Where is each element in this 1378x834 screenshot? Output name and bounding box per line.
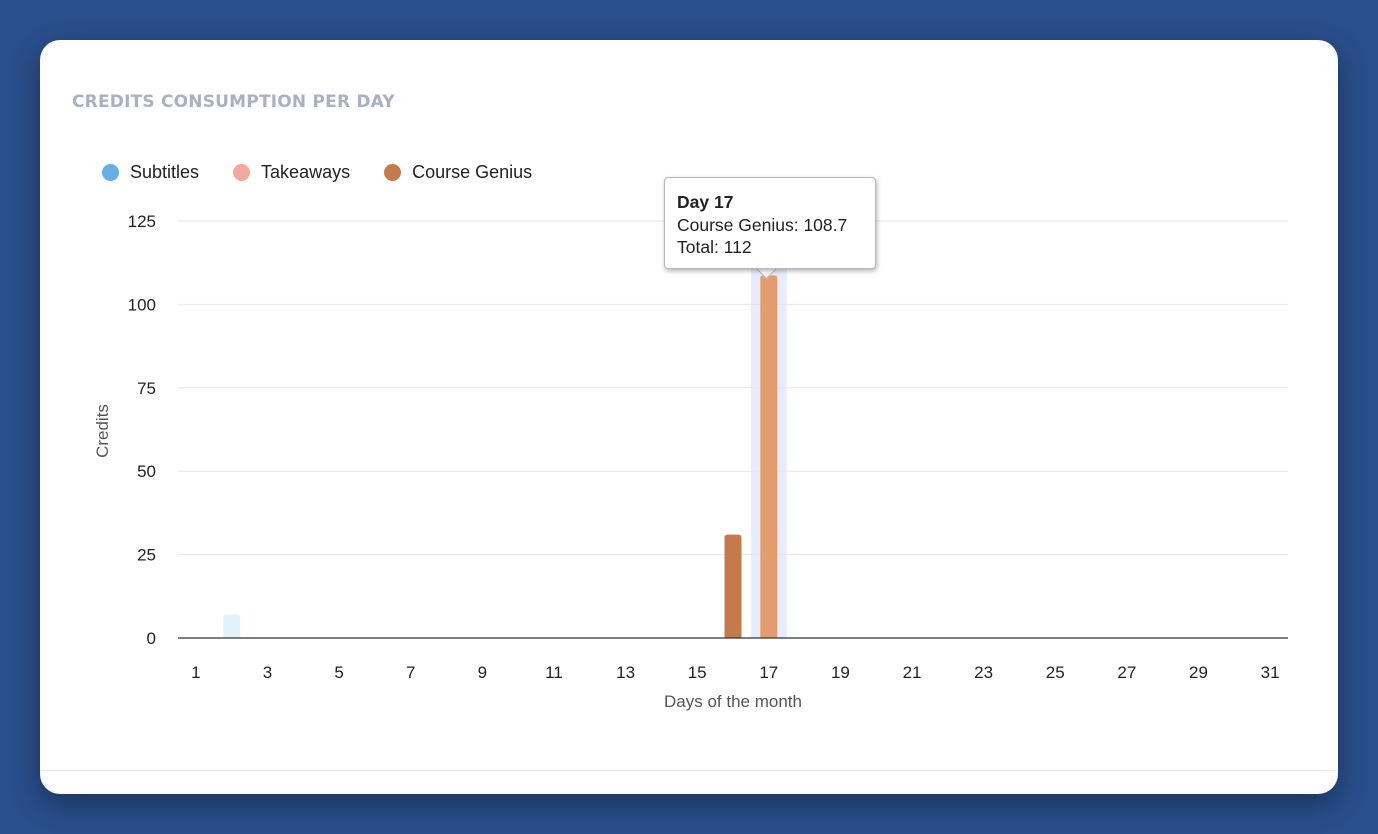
x-tick-label: 23	[974, 663, 993, 682]
x-tick-label: 1	[191, 663, 200, 682]
y-tick-label: 50	[137, 462, 156, 481]
x-tick-label: 21	[903, 663, 922, 682]
y-tick-label: 125	[128, 212, 156, 231]
x-tick-label: 9	[478, 663, 487, 682]
x-tick-label: 3	[263, 663, 272, 682]
x-tick-label: 7	[406, 663, 415, 682]
y-tick-label: 0	[147, 629, 156, 648]
y-axis-title: Credits	[93, 404, 112, 458]
x-tick-label: 25	[1046, 663, 1065, 682]
bar-course-genius-day-17[interactable]	[760, 275, 778, 638]
y-tick-label: 25	[137, 546, 156, 565]
tooltip-total: Total: 112	[677, 237, 752, 257]
chart-tooltip: Day 17 Course Genius: 108.7 Total: 112	[664, 177, 876, 269]
x-tick-label: 17	[759, 663, 778, 682]
tooltip-series-value: Course Genius: 108.7	[677, 214, 848, 235]
bar-subtitles-day-2[interactable]	[223, 614, 241, 638]
bar-course-genius-day-16[interactable]	[724, 534, 742, 638]
card-divider	[40, 770, 1338, 771]
x-tick-label: 11	[545, 663, 563, 682]
x-tick-label: 5	[334, 663, 343, 682]
x-tick-label: 19	[831, 663, 850, 682]
stacked-bar-chart: 02550751001251 3 5 7 9 11 13 15 17 19 21 23 25 27 29 31…	[93, 212, 1288, 711]
x-tick-label: 15	[688, 663, 707, 682]
x-tick-label: 29	[1189, 663, 1208, 682]
y-tick-label: 100	[128, 295, 156, 314]
credits-chart-card: CREDITS CONSUMPTION PER DAY Subtitles Ta…	[40, 40, 1338, 794]
x-axis-title: Days of the month	[664, 692, 802, 711]
x-tick-label: 13	[616, 663, 635, 682]
x-tick-label: 27	[1117, 663, 1136, 682]
tooltip-title: Day 17	[677, 192, 734, 212]
y-tick-label: 75	[137, 379, 156, 398]
x-tick-label: 31	[1261, 663, 1280, 682]
